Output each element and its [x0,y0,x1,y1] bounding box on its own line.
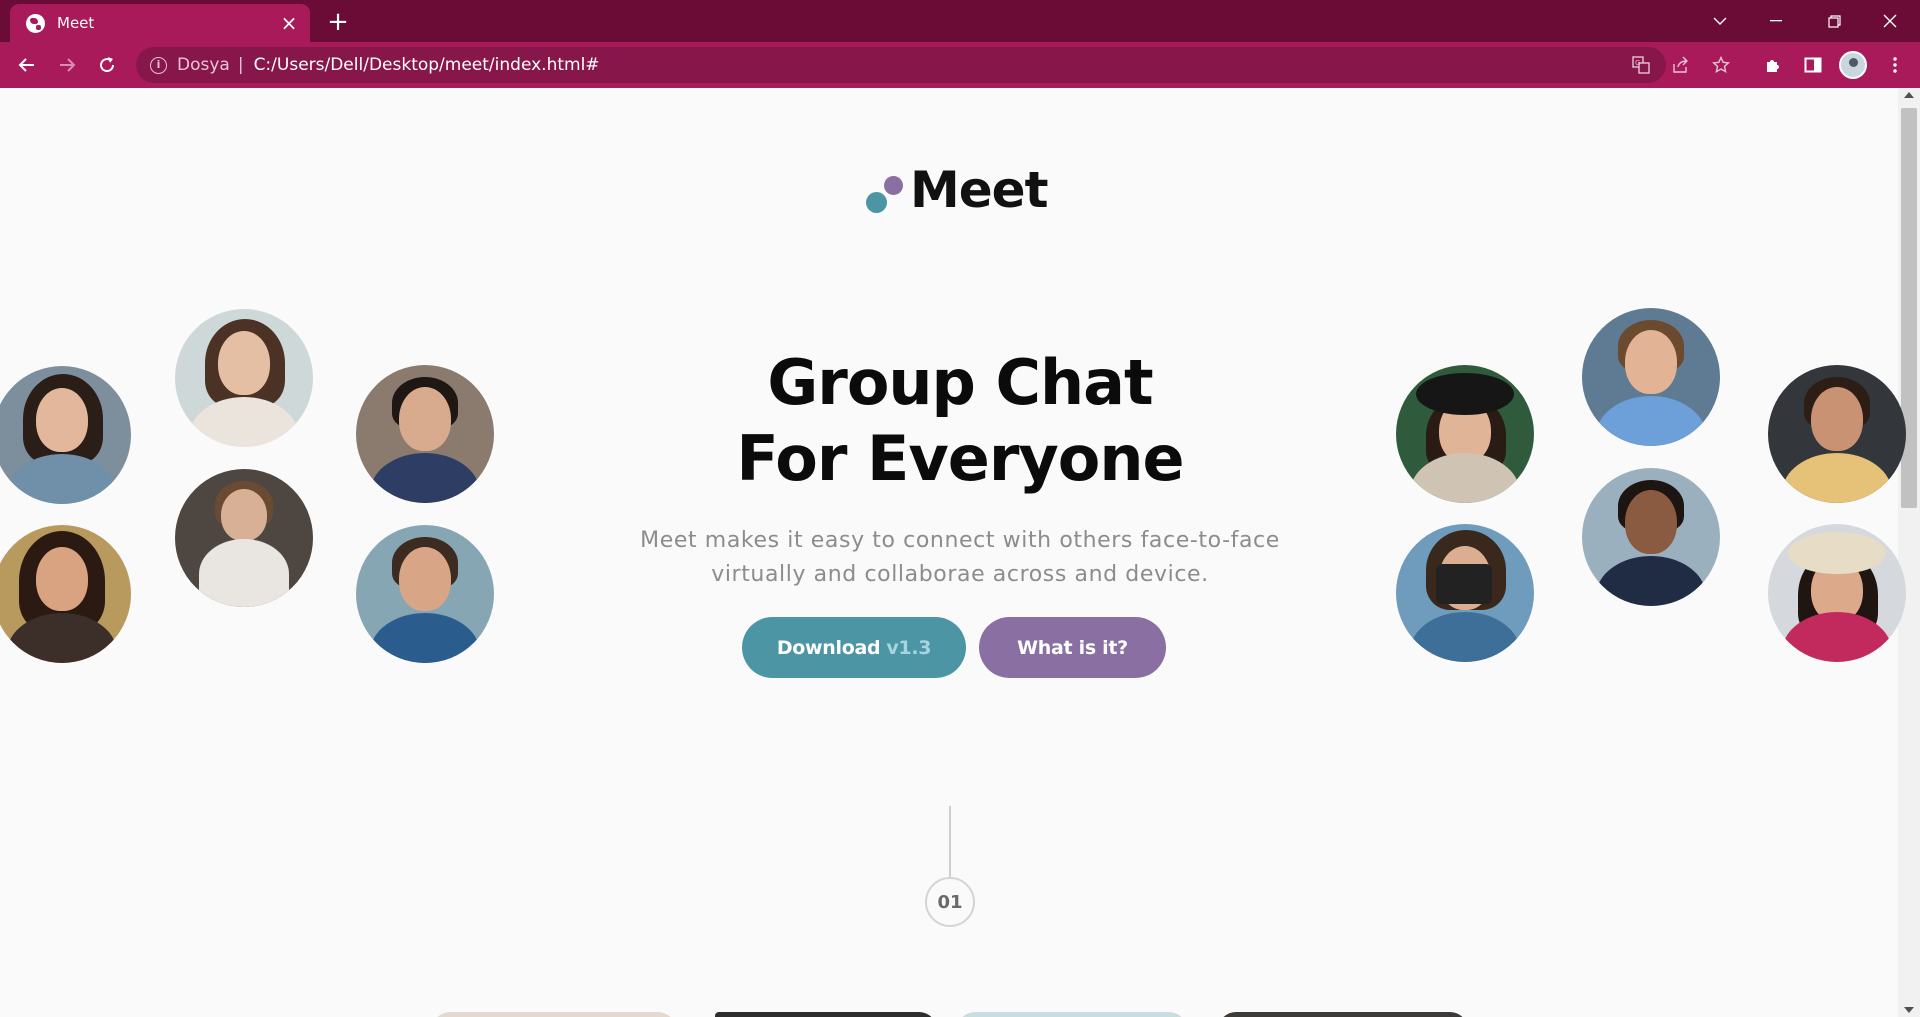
restore-icon[interactable] [1806,0,1862,42]
feature-image-2 [715,1012,937,1017]
scroll-up-arrow-icon[interactable] [1904,92,1914,98]
browser-toolbar: i Dosya | C:/Users/Dell/Desktop/meet/ind… [0,42,1920,88]
what-is-it-button[interactable]: What is it? [979,617,1166,678]
info-icon[interactable]: i [150,56,167,74]
globe-icon [26,13,45,33]
back-icon[interactable] [11,49,43,81]
reload-icon[interactable] [91,49,123,81]
avatar-woman-camera [1396,524,1534,662]
hero-subtitle-line-1: Meet makes it easy to connect with other… [640,528,1280,553]
avatar-man-reading-tablet [356,525,494,663]
avatar-woman-sitting-deck [175,469,313,607]
logo-text: Meet [910,161,1048,219]
side-panel-icon[interactable] [1797,49,1829,81]
minimize-icon[interactable] [1748,0,1804,42]
feature-image-1 [432,1012,676,1017]
logo-dots-icon [864,165,906,215]
avatar-woman-black-hat [1396,365,1534,503]
profile-avatar[interactable] [1839,51,1867,79]
hero-subtitle-line-2: virtually and collaborae across and devi… [711,562,1209,587]
share-icon[interactable] [1663,47,1699,83]
plus-icon[interactable]: + [324,8,352,36]
avatar-man-laptop [1582,308,1720,446]
feature-image-4 [1218,1012,1468,1017]
download-button[interactable]: Download v1.3 [742,617,966,678]
download-version: v1.3 [886,636,932,659]
hero-subtitle: Meet makes it easy to connect with other… [600,524,1320,592]
feature-image-3 [957,1012,1187,1017]
avatar-woman-glasses [0,366,131,504]
avatar-man-suit [1582,468,1720,606]
scroll-down-arrow-icon[interactable] [1904,1007,1914,1013]
avatar-woman-straw-hat [1768,524,1906,662]
star-icon[interactable] [1703,47,1739,83]
avatar-man-smiling [356,365,494,503]
avatar-woman-smiling-sunset [0,525,131,663]
hero-title: Group Chat For Everyone [660,345,1260,497]
tab-title: Meet [57,14,95,32]
omnibox-separator: | [237,55,244,75]
close-icon[interactable]: × [278,13,300,33]
browser-tab-meet[interactable]: Meet × [10,4,310,42]
forward-icon[interactable] [51,49,83,81]
menu-icon[interactable] [1879,49,1911,81]
chevron-down-icon[interactable] [1692,0,1748,42]
site-chip: Dosya [177,55,230,75]
avatar-man-glasses-curly [1768,365,1906,503]
what-is-it-label: What is it? [1017,636,1128,659]
download-label: Download [776,636,881,659]
window-close-icon[interactable] [1862,0,1918,42]
hero-title-line-2: For Everyone [736,422,1184,495]
avatar-woman-hands-on-chin [175,309,313,447]
address-bar[interactable]: i Dosya | C:/Users/Dell/Desktop/meet/ind… [136,47,1666,83]
site-logo[interactable]: Meet [864,160,1048,220]
translate-icon[interactable]: G [1623,47,1659,83]
browser-tab-strip: Meet × + [0,0,1920,42]
extensions-icon[interactable] [1757,49,1789,81]
svg-text:G: G [1635,59,1640,67]
page-scrollbar[interactable] [1898,88,1920,1017]
step-number-badge: 01 [925,877,975,927]
url-text[interactable]: C:/Users/Dell/Desktop/meet/index.html# [254,55,600,75]
step-connector-line [949,806,951,878]
hero-title-line-1: Group Chat [767,346,1153,419]
